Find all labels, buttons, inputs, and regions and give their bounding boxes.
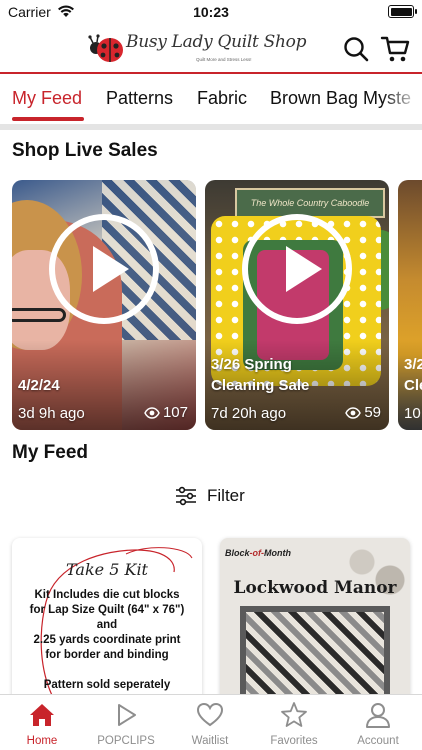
bottom-tab-popclips[interactable]: POPCLIPS xyxy=(84,695,168,750)
view-count: 107 xyxy=(144,404,188,421)
view-count: 59 xyxy=(345,404,381,421)
account-icon xyxy=(366,703,390,728)
live-sale-age: 10 xyxy=(404,405,421,422)
kit-title: Take 5 Kit xyxy=(66,560,148,579)
shop-logo[interactable]: Busy Lady Quilt Shop Quilt More and Stre… xyxy=(88,28,307,68)
feed-heading: My Feed xyxy=(12,442,89,463)
bottom-tab-home[interactable]: Home xyxy=(0,695,84,750)
filter-label: Filter xyxy=(207,486,245,505)
pattern-title: Lockwood Manor xyxy=(233,578,397,598)
play-icon[interactable] xyxy=(49,214,159,324)
bottom-tab-bar: Home POPCLIPS Waitlist Favorites Account xyxy=(0,694,422,750)
bottom-tab-favorites[interactable]: Favorites xyxy=(252,695,336,750)
star-icon xyxy=(281,702,307,727)
search-icon[interactable] xyxy=(343,36,369,62)
bottom-tab-account[interactable]: Account xyxy=(336,695,420,750)
bottom-tab-waitlist[interactable]: Waitlist xyxy=(168,695,252,750)
play-icon xyxy=(118,704,136,726)
block-of-month-badge: Block-of-Month xyxy=(225,548,292,558)
logo-title: Busy Lady Quilt Shop xyxy=(126,32,307,52)
live-sale-title: 4/2/24 xyxy=(18,377,60,394)
tab-fabric[interactable]: Fabric xyxy=(197,88,247,109)
filter-button[interactable]: Filter xyxy=(0,484,422,508)
play-icon[interactable] xyxy=(242,214,352,324)
tabs-fade xyxy=(382,74,422,122)
live-sale-title: 3/2 Cle xyxy=(404,356,422,394)
view-count-value: 107 xyxy=(162,404,188,421)
category-tabs: My Feed Patterns Fabric Brown Bag Myste xyxy=(0,74,422,122)
live-sale-card[interactable]: 3/2 Cle 10 xyxy=(398,180,422,430)
live-sale-age: 7d 20h ago xyxy=(211,405,287,422)
view-count-value: 59 xyxy=(364,404,381,421)
live-sales-heading: Shop Live Sales xyxy=(12,140,158,161)
eye-icon xyxy=(144,406,160,419)
active-tab-indicator xyxy=(12,117,84,121)
ladybug-icon xyxy=(88,34,123,62)
heart-icon xyxy=(196,702,224,727)
clock: 10:23 xyxy=(193,4,229,20)
live-sale-title: 3/26 Spring Cleaning Sale xyxy=(211,356,310,394)
tabs-divider xyxy=(0,124,422,130)
kit-description: Kit Includes die cut blocks for Lap Size… xyxy=(29,589,185,691)
tab-my-feed[interactable]: My Feed xyxy=(12,88,82,109)
filter-icon xyxy=(176,486,196,506)
tab-patterns[interactable]: Patterns xyxy=(106,88,173,109)
live-sale-age: 3d 9h ago xyxy=(18,405,85,422)
live-sale-card[interactable]: The Whole Country Caboodle 3/26 Spring C… xyxy=(205,180,389,430)
app-header: Busy Lady Quilt Shop Quilt More and Stre… xyxy=(0,26,422,72)
battery-icon xyxy=(388,5,417,18)
eye-icon xyxy=(345,406,362,419)
logo-tagline: Quilt More and Stress Less! xyxy=(196,57,252,62)
home-icon xyxy=(30,704,54,726)
status-bar: Carrier 10:23 xyxy=(0,0,422,26)
live-sale-card[interactable]: 4/2/24 3d 9h ago 107 xyxy=(12,180,196,430)
cart-icon[interactable] xyxy=(380,34,410,64)
shop-sign: The Whole Country Caboodle xyxy=(235,188,385,218)
